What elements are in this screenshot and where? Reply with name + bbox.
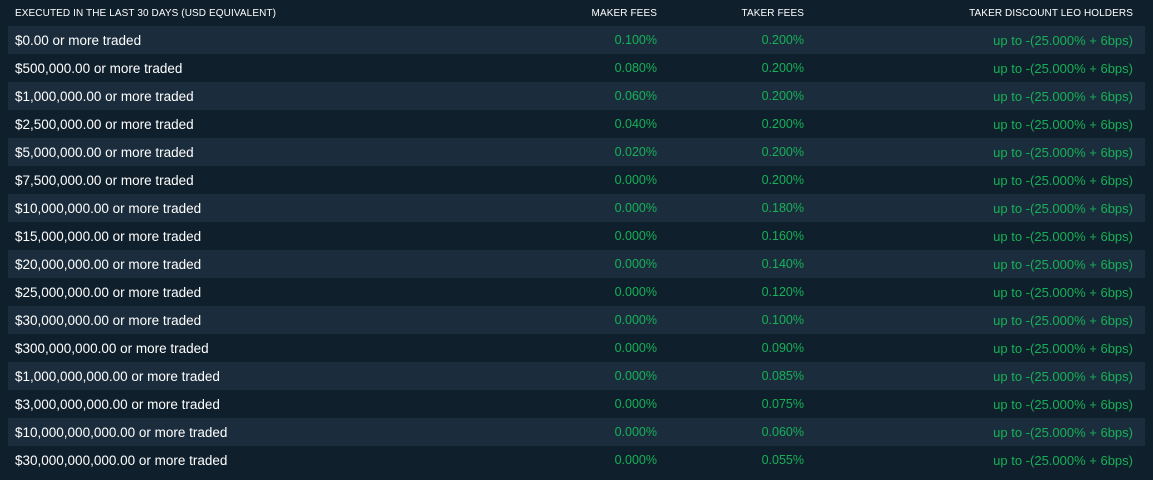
tier-volume: $7,500,000.00 or more traded xyxy=(15,172,194,188)
taker-fee: 0.200% xyxy=(761,173,804,187)
leo-discount: up to -(25.000% + 6bps) xyxy=(993,172,1133,188)
taker-fee: 0.140% xyxy=(761,257,804,271)
header-taker-fees: TAKER FEES xyxy=(741,7,804,19)
tier-volume: $1,000,000.00 or more traded xyxy=(15,88,194,104)
taker-fee: 0.075% xyxy=(761,397,804,411)
leo-discount: up to -(25.000% + 6bps) xyxy=(993,200,1133,216)
taker-fee: 0.090% xyxy=(761,341,804,355)
table-row: $1,000,000,000.00 or more traded 0.000% 0.… xyxy=(8,362,1145,390)
leo-discount: up to -(25.000% + 6bps) xyxy=(993,452,1133,468)
taker-fee: 0.160% xyxy=(761,229,804,243)
table-row: $10,000,000.00 or more traded 0.000% 0.180… xyxy=(8,194,1145,222)
leo-discount: up to -(25.000% + 6bps) xyxy=(993,340,1133,356)
taker-fee: 0.060% xyxy=(761,425,804,439)
tier-volume: $30,000,000.00 or more traded xyxy=(15,312,202,328)
taker-fee: 0.200% xyxy=(761,117,804,131)
table-row: $3,000,000,000.00 or more traded 0.000% 0.… xyxy=(8,390,1145,418)
taker-fee: 0.200% xyxy=(761,61,804,75)
fee-schedule-table: EXECUTED IN THE LAST 30 DAYS (USD EQUIVA… xyxy=(0,0,1153,480)
maker-fee: 0.100% xyxy=(614,33,657,47)
leo-discount: up to -(25.000% + 6bps) xyxy=(993,424,1133,440)
table-body: $0.00 or more traded 0.100% 0.200% up to -(… xyxy=(8,26,1145,474)
taker-fee: 0.200% xyxy=(761,145,804,159)
table-row: $10,000,000,000.00 or more traded 0.000% 0… xyxy=(8,418,1145,446)
table-row: $20,000,000.00 or more traded 0.000% 0.140… xyxy=(8,250,1145,278)
leo-discount: up to -(25.000% + 6bps) xyxy=(993,284,1133,300)
table-row: $30,000,000,000.00 or more traded 0.000% 0… xyxy=(8,446,1145,474)
tier-volume: $10,000,000,000.00 or more traded xyxy=(15,424,228,440)
leo-discount: up to -(25.000% + 6bps) xyxy=(993,32,1133,48)
table-row: $500,000.00 or more traded 0.080% 0.200% up… xyxy=(8,54,1145,82)
tier-volume: $1,000,000,000.00 or more traded xyxy=(15,368,220,384)
table-header: EXECUTED IN THE LAST 30 DAYS (USD EQUIVA… xyxy=(8,0,1145,26)
tier-volume: $30,000,000,000.00 or more traded xyxy=(15,452,228,468)
table-row: $300,000,000.00 or more traded 0.000% 0.09… xyxy=(8,334,1145,362)
maker-fee: 0.000% xyxy=(614,257,657,271)
maker-fee: 0.020% xyxy=(614,145,657,159)
tier-volume: $300,000,000.00 or more traded xyxy=(15,340,209,356)
tier-volume: $2,500,000.00 or more traded xyxy=(15,116,194,132)
leo-discount: up to -(25.000% + 6bps) xyxy=(993,144,1133,160)
leo-discount: up to -(25.000% + 6bps) xyxy=(993,60,1133,76)
leo-discount: up to -(25.000% + 6bps) xyxy=(993,396,1133,412)
maker-fee: 0.060% xyxy=(614,89,657,103)
tier-volume: $3,000,000,000.00 or more traded xyxy=(15,396,220,412)
leo-discount: up to -(25.000% + 6bps) xyxy=(993,116,1133,132)
taker-fee: 0.200% xyxy=(761,89,804,103)
tier-volume: $500,000.00 or more traded xyxy=(15,60,183,76)
table-row: $5,000,000.00 or more traded 0.020% 0.200%… xyxy=(8,138,1145,166)
maker-fee: 0.080% xyxy=(614,61,657,75)
maker-fee: 0.000% xyxy=(614,453,657,467)
taker-fee: 0.100% xyxy=(761,313,804,327)
table-row: $2,500,000.00 or more traded 0.040% 0.200%… xyxy=(8,110,1145,138)
tier-volume: $5,000,000.00 or more traded xyxy=(15,144,194,160)
taker-fee: 0.180% xyxy=(761,201,804,215)
maker-fee: 0.000% xyxy=(614,201,657,215)
tier-volume: $15,000,000.00 or more traded xyxy=(15,228,202,244)
maker-fee: 0.000% xyxy=(614,341,657,355)
maker-fee: 0.000% xyxy=(614,313,657,327)
table-row: $15,000,000.00 or more traded 0.000% 0.160… xyxy=(8,222,1145,250)
maker-fee: 0.000% xyxy=(614,173,657,187)
table-row: $30,000,000.00 or more traded 0.000% 0.100… xyxy=(8,306,1145,334)
header-maker-fees: MAKER FEES xyxy=(591,7,657,19)
taker-fee: 0.120% xyxy=(761,285,804,299)
table-row: $0.00 or more traded 0.100% 0.200% up to -(… xyxy=(8,26,1145,54)
taker-fee: 0.055% xyxy=(761,453,804,467)
tier-volume: $10,000,000.00 or more traded xyxy=(15,200,202,216)
leo-discount: up to -(25.000% + 6bps) xyxy=(993,312,1133,328)
leo-discount: up to -(25.000% + 6bps) xyxy=(993,88,1133,104)
header-volume: EXECUTED IN THE LAST 30 DAYS (USD EQUIVA… xyxy=(15,7,277,19)
header-leo-discount: TAKER DISCOUNT LEO HOLDERS xyxy=(969,7,1133,19)
table-row: $7,500,000.00 or more traded 0.000% 0.200%… xyxy=(8,166,1145,194)
taker-fee: 0.200% xyxy=(761,33,804,47)
maker-fee: 0.040% xyxy=(614,117,657,131)
maker-fee: 0.000% xyxy=(614,285,657,299)
tier-volume: $25,000,000.00 or more traded xyxy=(15,284,202,300)
leo-discount: up to -(25.000% + 6bps) xyxy=(993,256,1133,272)
maker-fee: 0.000% xyxy=(614,229,657,243)
table-row: $25,000,000.00 or more traded 0.000% 0.120… xyxy=(8,278,1145,306)
tier-volume: $0.00 or more traded xyxy=(15,32,142,48)
table-row: $1,000,000.00 or more traded 0.060% 0.200%… xyxy=(8,82,1145,110)
maker-fee: 0.000% xyxy=(614,397,657,411)
leo-discount: up to -(25.000% + 6bps) xyxy=(993,368,1133,384)
maker-fee: 0.000% xyxy=(614,425,657,439)
leo-discount: up to -(25.000% + 6bps) xyxy=(993,228,1133,244)
tier-volume: $20,000,000.00 or more traded xyxy=(15,256,202,272)
taker-fee: 0.085% xyxy=(761,369,804,383)
maker-fee: 0.000% xyxy=(614,369,657,383)
